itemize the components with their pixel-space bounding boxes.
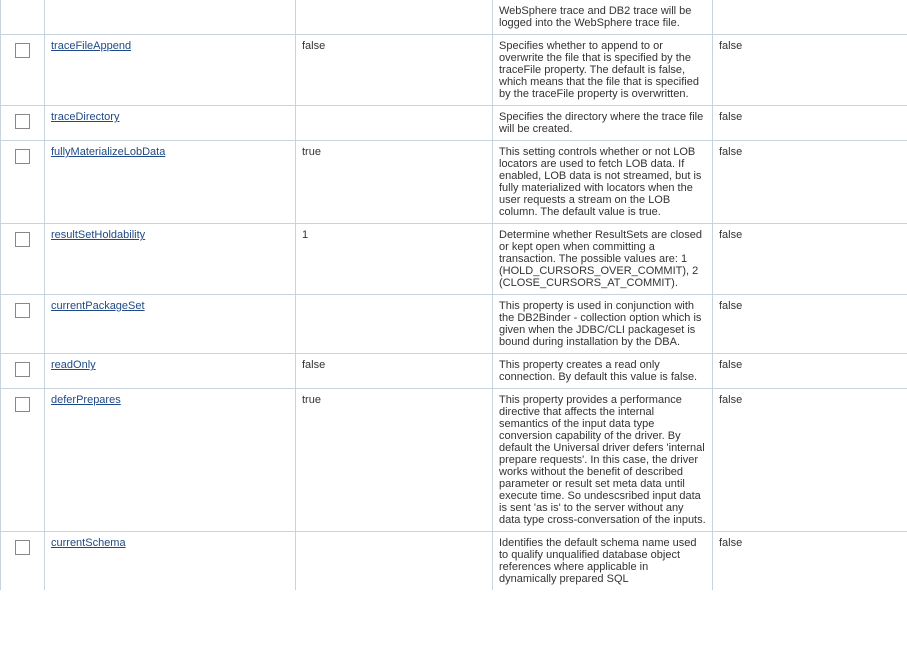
table-row: currentPackageSet This property is used i… bbox=[1, 295, 907, 354]
select-cell bbox=[1, 0, 45, 35]
property-link[interactable]: readOnly bbox=[51, 359, 96, 371]
row-checkbox[interactable] bbox=[15, 303, 30, 318]
property-link[interactable]: fullyMaterializeLobData bbox=[51, 146, 165, 158]
name-cell: fullyMaterializeLobData bbox=[45, 141, 296, 224]
description-cell: This property creates a read only connec… bbox=[493, 354, 713, 389]
name-cell bbox=[45, 0, 296, 35]
value-cell bbox=[296, 0, 493, 35]
value-cell: false bbox=[296, 35, 493, 106]
table-row: resultSetHoldability 1Determine whether R… bbox=[1, 224, 907, 295]
table-row: fullyMaterializeLobData trueThis setting … bbox=[1, 141, 907, 224]
name-cell: deferPrepares bbox=[45, 389, 296, 532]
property-link[interactable]: deferPrepares bbox=[51, 394, 121, 406]
row-checkbox[interactable] bbox=[15, 362, 30, 377]
name-cell: traceFileAppend bbox=[45, 35, 296, 106]
required-cell: false bbox=[713, 141, 907, 224]
select-cell bbox=[1, 106, 45, 141]
required-cell: false bbox=[713, 389, 907, 532]
required-cell: false bbox=[713, 295, 907, 354]
value-cell bbox=[296, 295, 493, 354]
value-cell: 1 bbox=[296, 224, 493, 295]
description-cell: Identifies the default schema name used … bbox=[493, 532, 713, 591]
property-link[interactable]: currentPackageSet bbox=[51, 300, 145, 312]
row-checkbox[interactable] bbox=[15, 149, 30, 164]
description-cell: Specifies the directory where the trace … bbox=[493, 106, 713, 141]
table-row: readOnly falseThis property creates a rea… bbox=[1, 354, 907, 389]
description-cell: Specifies whether to append to or overwr… bbox=[493, 35, 713, 106]
name-cell: currentPackageSet bbox=[45, 295, 296, 354]
property-link[interactable]: traceDirectory bbox=[51, 111, 119, 123]
name-cell: currentSchema bbox=[45, 532, 296, 591]
property-link[interactable]: currentSchema bbox=[51, 537, 126, 549]
row-checkbox[interactable] bbox=[15, 43, 30, 58]
select-cell bbox=[1, 224, 45, 295]
value-cell bbox=[296, 106, 493, 141]
select-cell bbox=[1, 389, 45, 532]
description-cell: This property is used in conjunction wit… bbox=[493, 295, 713, 354]
value-cell: true bbox=[296, 141, 493, 224]
value-cell: true bbox=[296, 389, 493, 532]
row-checkbox[interactable] bbox=[15, 397, 30, 412]
value-cell bbox=[296, 532, 493, 591]
property-link[interactable]: resultSetHoldability bbox=[51, 229, 145, 241]
select-cell bbox=[1, 532, 45, 591]
row-checkbox[interactable] bbox=[15, 540, 30, 555]
properties-table: WebSphere trace and DB2 trace will be lo… bbox=[0, 0, 907, 590]
table-row: currentSchema Identifies the default sche… bbox=[1, 532, 907, 591]
description-cell: Determine whether ResultSets are closed … bbox=[493, 224, 713, 295]
required-cell: false bbox=[713, 106, 907, 141]
required-cell: false bbox=[713, 354, 907, 389]
table-row: traceDirectory Specifies the directory wh… bbox=[1, 106, 907, 141]
table-row: traceFileAppend falseSpecifies whether to… bbox=[1, 35, 907, 106]
required-cell: false bbox=[713, 224, 907, 295]
name-cell: readOnly bbox=[45, 354, 296, 389]
table-row: deferPrepares trueThis property provides … bbox=[1, 389, 907, 532]
table-row: WebSphere trace and DB2 trace will be lo… bbox=[1, 0, 907, 35]
select-cell bbox=[1, 141, 45, 224]
name-cell: traceDirectory bbox=[45, 106, 296, 141]
description-cell: WebSphere trace and DB2 trace will be lo… bbox=[493, 0, 713, 35]
required-cell: false bbox=[713, 532, 907, 591]
required-cell: false bbox=[713, 35, 907, 106]
select-cell bbox=[1, 354, 45, 389]
description-cell: This setting controls whether or not LOB… bbox=[493, 141, 713, 224]
name-cell: resultSetHoldability bbox=[45, 224, 296, 295]
description-cell: This property provides a performance dir… bbox=[493, 389, 713, 532]
property-link[interactable]: traceFileAppend bbox=[51, 40, 131, 52]
select-cell bbox=[1, 35, 45, 106]
row-checkbox[interactable] bbox=[15, 114, 30, 129]
row-checkbox[interactable] bbox=[15, 232, 30, 247]
select-cell bbox=[1, 295, 45, 354]
value-cell: false bbox=[296, 354, 493, 389]
required-cell bbox=[713, 0, 907, 35]
